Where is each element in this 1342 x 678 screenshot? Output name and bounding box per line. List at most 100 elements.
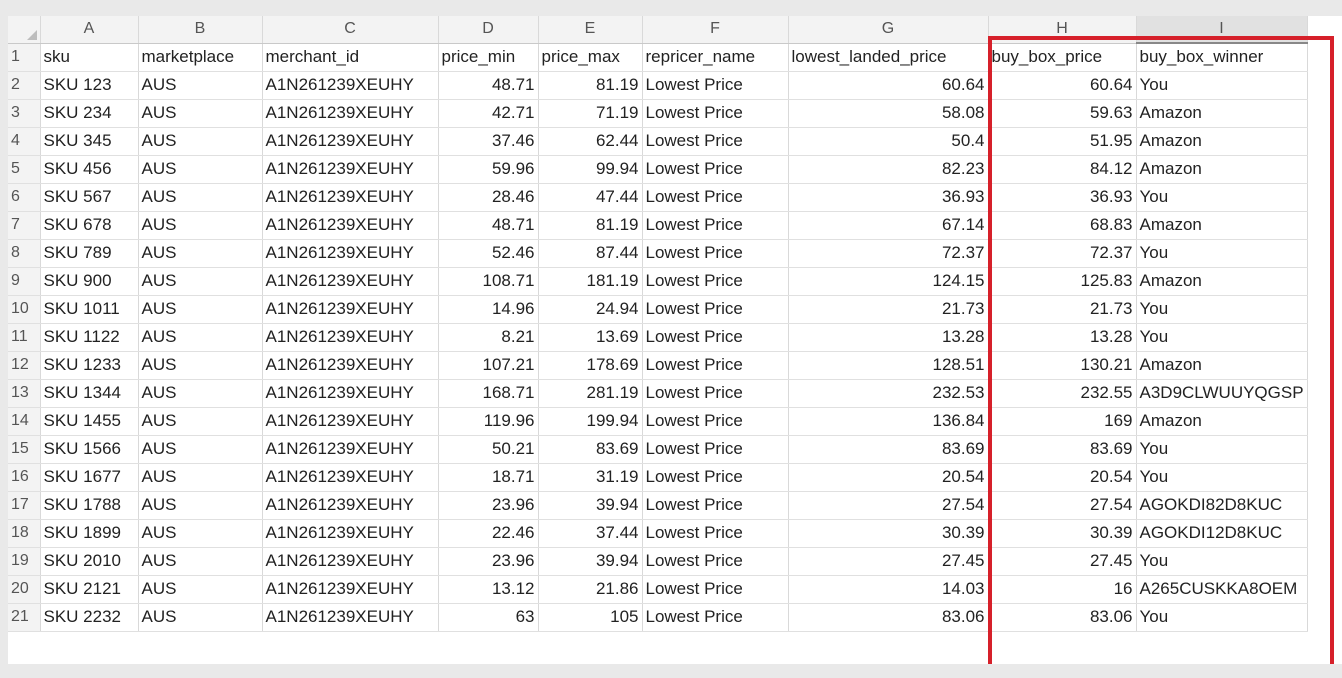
cell-marketplace[interactable]: AUS bbox=[138, 463, 263, 492]
cell-price-min[interactable]: 107.21 bbox=[438, 351, 539, 380]
cell-lowest-landed-price[interactable]: 60.64 bbox=[788, 71, 989, 100]
cell-merchant-id[interactable]: A1N261239XEUHY bbox=[262, 491, 439, 520]
cell-buy-box-price[interactable]: 27.45 bbox=[988, 547, 1137, 576]
cell-buy-box-winner[interactable]: You bbox=[1136, 435, 1308, 464]
cell-lowest-landed-price[interactable]: 128.51 bbox=[788, 351, 989, 380]
cell-repricer-name[interactable]: Lowest Price bbox=[642, 323, 789, 352]
cell-lowest-landed-price[interactable]: 20.54 bbox=[788, 463, 989, 492]
cell-price-max[interactable]: 199.94 bbox=[538, 407, 643, 436]
cell-buy-box-price[interactable]: 16 bbox=[988, 575, 1137, 604]
row-number[interactable]: 9 bbox=[8, 267, 41, 296]
cell-price-max[interactable]: 31.19 bbox=[538, 463, 643, 492]
cell-price-max[interactable]: 81.19 bbox=[538, 211, 643, 240]
cell-price-max[interactable]: 62.44 bbox=[538, 127, 643, 156]
cell-sku[interactable]: SKU 456 bbox=[40, 155, 139, 184]
cell-price-max[interactable]: 37.44 bbox=[538, 519, 643, 548]
cell-price-min[interactable]: 42.71 bbox=[438, 99, 539, 128]
cell-marketplace[interactable]: AUS bbox=[138, 239, 263, 268]
cell-price-max[interactable]: 81.19 bbox=[538, 71, 643, 100]
cell-buy-box-winner[interactable]: You bbox=[1136, 71, 1308, 100]
cell-price-max[interactable]: 24.94 bbox=[538, 295, 643, 324]
cell-sku[interactable]: SKU 1233 bbox=[40, 351, 139, 380]
cell-lowest-landed-price[interactable]: 72.37 bbox=[788, 239, 989, 268]
cell-lowest-landed-price[interactable]: 21.73 bbox=[788, 295, 989, 324]
cell-buy-box-price[interactable]: 232.55 bbox=[988, 379, 1137, 408]
cell-sku[interactable]: SKU 1344 bbox=[40, 379, 139, 408]
cell-buy-box-price[interactable]: 59.63 bbox=[988, 99, 1137, 128]
cell-lowest-landed-price[interactable]: 27.54 bbox=[788, 491, 989, 520]
cell-price-min[interactable]: 59.96 bbox=[438, 155, 539, 184]
cell-buy-box-price[interactable]: 83.06 bbox=[988, 603, 1137, 632]
cell-sku[interactable]: SKU 1455 bbox=[40, 407, 139, 436]
cell-buy-box-winner[interactable]: Amazon bbox=[1136, 127, 1308, 156]
cell-buy-box-price[interactable]: 30.39 bbox=[988, 519, 1137, 548]
cell-price-max[interactable]: 39.94 bbox=[538, 491, 643, 520]
cell-price-min[interactable]: 22.46 bbox=[438, 519, 539, 548]
cell-buy-box-winner[interactable]: You bbox=[1136, 603, 1308, 632]
cell-repricer-name[interactable]: Lowest Price bbox=[642, 491, 789, 520]
cell-price-min[interactable]: 28.46 bbox=[438, 183, 539, 212]
cell-marketplace[interactable]: AUS bbox=[138, 575, 263, 604]
cell-buy-box-winner[interactable]: You bbox=[1136, 463, 1308, 492]
cell-sku[interactable]: SKU 1788 bbox=[40, 491, 139, 520]
cell-price-max[interactable]: 83.69 bbox=[538, 435, 643, 464]
cell-buy-box-price[interactable]: 21.73 bbox=[988, 295, 1137, 324]
cell-buy-box-price[interactable]: 51.95 bbox=[988, 127, 1137, 156]
cell-sku[interactable]: SKU 1899 bbox=[40, 519, 139, 548]
select-all-corner[interactable] bbox=[8, 16, 41, 44]
cell-lowest-landed-price[interactable]: 50.4 bbox=[788, 127, 989, 156]
cell-repricer-name[interactable]: Lowest Price bbox=[642, 71, 789, 100]
cell-repricer-name[interactable]: Lowest Price bbox=[642, 575, 789, 604]
cell-merchant-id[interactable]: A1N261239XEUHY bbox=[262, 99, 439, 128]
cell-sku[interactable]: SKU 678 bbox=[40, 211, 139, 240]
cell-lowest-landed-price[interactable]: 232.53 bbox=[788, 379, 989, 408]
cell-buy-box-winner[interactable]: You bbox=[1136, 547, 1308, 576]
cell-sku[interactable]: SKU 2010 bbox=[40, 547, 139, 576]
cell-repricer-name[interactable]: Lowest Price bbox=[642, 547, 789, 576]
cell-repricer-name[interactable]: Lowest Price bbox=[642, 155, 789, 184]
cell-price-max[interactable]: 99.94 bbox=[538, 155, 643, 184]
cell-marketplace[interactable]: AUS bbox=[138, 407, 263, 436]
cell-buy-box-winner[interactable]: Amazon bbox=[1136, 211, 1308, 240]
header-cell-buy-box-winner[interactable]: buy_box_winner bbox=[1136, 43, 1308, 72]
cell-lowest-landed-price[interactable]: 36.93 bbox=[788, 183, 989, 212]
cell-sku[interactable]: SKU 900 bbox=[40, 267, 139, 296]
cell-sku[interactable]: SKU 1122 bbox=[40, 323, 139, 352]
cell-marketplace[interactable]: AUS bbox=[138, 603, 263, 632]
cell-sku[interactable]: SKU 2232 bbox=[40, 603, 139, 632]
cell-price-max[interactable]: 21.86 bbox=[538, 575, 643, 604]
cell-merchant-id[interactable]: A1N261239XEUHY bbox=[262, 463, 439, 492]
cell-buy-box-price[interactable]: 36.93 bbox=[988, 183, 1137, 212]
row-number[interactable]: 7 bbox=[8, 211, 41, 240]
header-cell-buy-box-price[interactable]: buy_box_price bbox=[988, 43, 1137, 72]
cell-buy-box-winner[interactable]: A3D9CLWUUYQGSP bbox=[1136, 379, 1308, 408]
cell-marketplace[interactable]: AUS bbox=[138, 379, 263, 408]
cell-buy-box-winner[interactable]: You bbox=[1136, 295, 1308, 324]
cell-repricer-name[interactable]: Lowest Price bbox=[642, 379, 789, 408]
cell-repricer-name[interactable]: Lowest Price bbox=[642, 463, 789, 492]
cell-sku[interactable]: SKU 123 bbox=[40, 71, 139, 100]
cell-merchant-id[interactable]: A1N261239XEUHY bbox=[262, 547, 439, 576]
cell-marketplace[interactable]: AUS bbox=[138, 127, 263, 156]
cell-marketplace[interactable]: AUS bbox=[138, 491, 263, 520]
row-number[interactable]: 19 bbox=[8, 547, 41, 576]
row-number[interactable]: 20 bbox=[8, 575, 41, 604]
row-number[interactable]: 10 bbox=[8, 295, 41, 324]
column-header-i[interactable]: I bbox=[1136, 16, 1308, 44]
cell-marketplace[interactable]: AUS bbox=[138, 435, 263, 464]
row-number[interactable]: 2 bbox=[8, 71, 41, 100]
row-number[interactable]: 5 bbox=[8, 155, 41, 184]
cell-repricer-name[interactable]: Lowest Price bbox=[642, 603, 789, 632]
cell-buy-box-price[interactable]: 125.83 bbox=[988, 267, 1137, 296]
cell-sku[interactable]: SKU 1677 bbox=[40, 463, 139, 492]
cell-price-max[interactable]: 181.19 bbox=[538, 267, 643, 296]
cell-lowest-landed-price[interactable]: 13.28 bbox=[788, 323, 989, 352]
cell-lowest-landed-price[interactable]: 83.06 bbox=[788, 603, 989, 632]
cell-merchant-id[interactable]: A1N261239XEUHY bbox=[262, 295, 439, 324]
cell-buy-box-winner[interactable]: Amazon bbox=[1136, 155, 1308, 184]
cell-merchant-id[interactable]: A1N261239XEUHY bbox=[262, 435, 439, 464]
cell-marketplace[interactable]: AUS bbox=[138, 99, 263, 128]
cell-sku[interactable]: SKU 2121 bbox=[40, 575, 139, 604]
column-header-h[interactable]: H bbox=[988, 16, 1137, 44]
cell-price-min[interactable]: 63 bbox=[438, 603, 539, 632]
